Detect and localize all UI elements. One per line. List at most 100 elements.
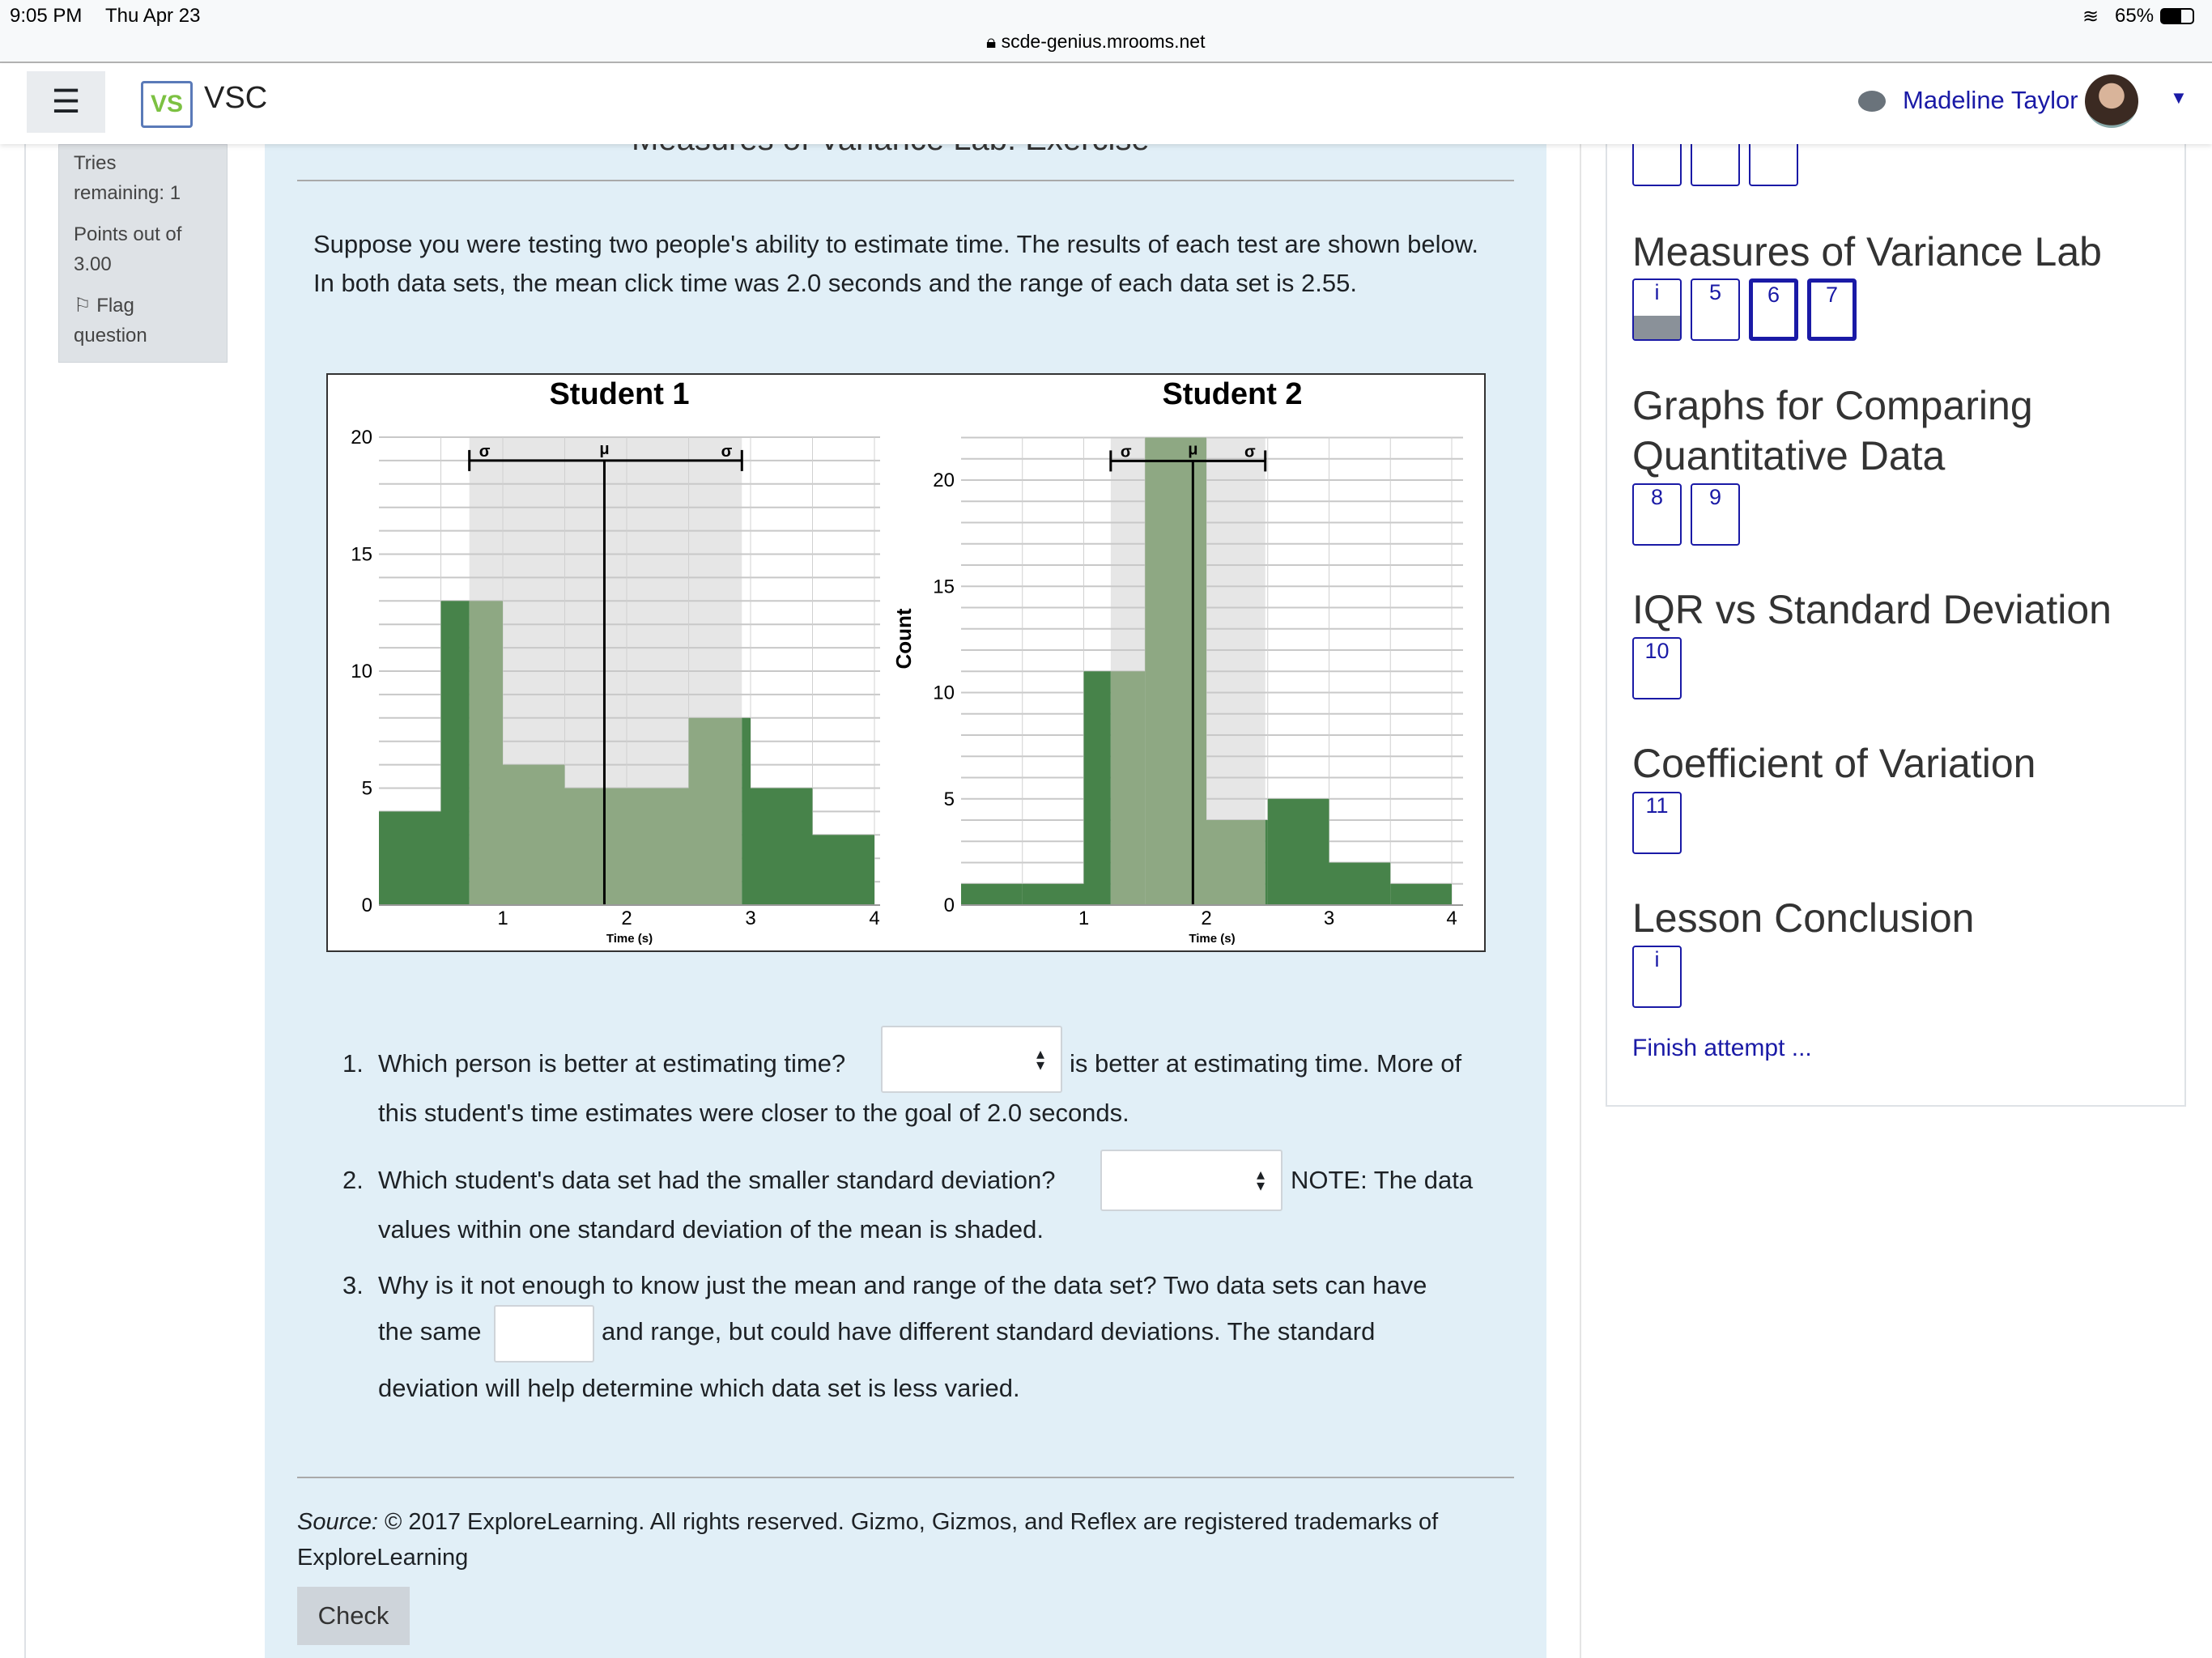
select-arrows-icon: ▴ ▾: [1256, 1166, 1265, 1195]
q3-text-after: and range, but could have different stan…: [602, 1317, 1376, 1346]
y-tick-label: 15: [351, 544, 372, 566]
nav-question-11[interactable]: 11: [1632, 792, 1682, 854]
y-tick-label: 0: [944, 895, 955, 916]
nav-question-7[interactable]: 7: [1807, 278, 1857, 341]
date: Thu Apr 23: [105, 5, 201, 27]
histogram-bar: [1265, 820, 1268, 905]
select-arrows-icon: ▴ ▾: [1036, 1044, 1044, 1074]
q1-text: Which person is better at estimating tim…: [378, 1049, 846, 1078]
flag-question[interactable]: ⚐ Flag question: [74, 291, 212, 351]
x-tick-label: 1: [1078, 908, 1089, 929]
divider: [297, 180, 1514, 181]
site-logo[interactable]: VS: [141, 81, 193, 128]
histogram-bar: [812, 835, 874, 905]
q3-number: 3.: [342, 1271, 364, 1299]
q3-text: Why is it not enough to know just the me…: [378, 1271, 1427, 1299]
page-border: [24, 144, 26, 1658]
intro-text: Suppose you were testing two people's ab…: [313, 230, 1479, 297]
menu-button[interactable]: ☰: [27, 71, 105, 133]
x-axis-label: Time (s): [1189, 932, 1235, 946]
x-tick-label: 3: [745, 908, 755, 929]
mu-label: μ: [1188, 440, 1197, 458]
y-tick-label: 20: [351, 427, 372, 449]
site-name[interactable]: VSC: [204, 81, 267, 116]
histogram-bar: [961, 883, 1023, 905]
nav-question-10[interactable]: 10: [1632, 637, 1682, 699]
chart-title: Student 2: [1162, 377, 1302, 411]
q1-select[interactable]: ▴ ▾: [881, 1026, 1062, 1093]
nav-question-8[interactable]: 8: [1632, 483, 1682, 546]
menu-icon: ☰: [51, 84, 81, 120]
nav-section-title: Lesson Conclusion: [1632, 895, 1975, 941]
battery-icon: [2160, 8, 2194, 24]
finish-attempt-link[interactable]: Finish attempt ...: [1632, 1035, 1812, 1062]
y-tick-label: 5: [362, 778, 372, 800]
sigma-label: σ: [479, 443, 491, 461]
chart-title: Student 1: [549, 377, 689, 411]
caret-down-icon[interactable]: ▼: [2170, 87, 2188, 108]
histogram-bar: [742, 717, 751, 905]
q3-text-line2: the same: [378, 1317, 482, 1346]
q2-select[interactable]: ▴ ▾: [1100, 1150, 1283, 1211]
nav-section-title: IQR vs Standard Deviation: [1632, 587, 2112, 632]
histogram-bar: [440, 601, 470, 905]
histogram-bar: [469, 601, 503, 905]
y-axis-label: Count: [891, 608, 916, 669]
histogram-bar: [1110, 671, 1146, 905]
x-tick-label: 3: [1324, 908, 1334, 929]
histogram-bar: [1206, 820, 1266, 905]
x-tick-label: 4: [869, 908, 879, 929]
source-text: Source: © 2017 ExploreLearning. All righ…: [297, 1509, 1439, 1571]
wifi-icon: ≋: [2082, 6, 2099, 28]
histogram-image: σ μ σStudent 11 2 3 405101520Time (s)σ μ σStude…: [326, 373, 1486, 952]
x-tick-label: 4: [1446, 908, 1457, 929]
y-tick-label: 5: [944, 789, 955, 810]
nav-question-info[interactable]: i: [1632, 278, 1682, 341]
x-tick-label: 1: [497, 908, 508, 929]
histogram-bar: [627, 788, 689, 905]
histogram-bar: [564, 788, 627, 905]
nav-question-conclusion[interactable]: i: [1632, 946, 1682, 1008]
sigma-label: σ: [1121, 443, 1132, 461]
x-tick-label: 2: [1201, 908, 1211, 929]
histogram-bar: [688, 717, 742, 905]
mu-label: μ: [599, 440, 609, 458]
y-tick-label: 0: [362, 895, 372, 916]
flag-icon: ⚐: [74, 295, 91, 317]
histogram-bar: [379, 811, 441, 905]
nav-question-9[interactable]: 9: [1691, 483, 1740, 546]
histogram-bar: [751, 788, 813, 905]
column-divider: [1580, 144, 1581, 1658]
points: Points out of 3.00: [74, 223, 182, 275]
tries-remaining: Tries remaining: 1: [74, 152, 181, 204]
avatar[interactable]: [2085, 74, 2138, 128]
q1-text-after: is better at estimating time. More of: [1070, 1049, 1462, 1078]
x-axis-label: Time (s): [606, 932, 653, 946]
url-bar[interactable]: 🔒︎ scde-genius.mrooms.net: [986, 31, 1205, 53]
q2-text-line2: values within one standard deviation of …: [378, 1215, 1044, 1244]
q2-text: Which student's data set had the smaller…: [378, 1166, 1056, 1194]
x-tick-label: 2: [621, 908, 632, 929]
histogram-bar: [1083, 671, 1111, 905]
y-tick-label: 10: [351, 661, 372, 682]
url: scde-genius.mrooms.net: [1001, 31, 1206, 52]
histogram-bar: [1022, 883, 1084, 905]
status-bar: 9:05 PM Thu Apr 23 🔒︎ scde-genius.mrooms…: [0, 0, 2212, 63]
histogram-bar: [1267, 798, 1329, 905]
histogram-bar: [503, 764, 565, 905]
q1-number: 1.: [342, 1049, 364, 1078]
q1-text-line2: this student's time estimates were close…: [378, 1099, 1129, 1127]
y-tick-label: 15: [933, 576, 955, 597]
nav-section-title: Measures of Variance Lab: [1632, 229, 2102, 274]
histogram-bar: [1145, 437, 1206, 905]
q3-answer-input[interactable]: [494, 1305, 594, 1363]
q2-number: 2.: [342, 1166, 364, 1194]
histogram-bar: [1329, 862, 1391, 905]
user-name[interactable]: Madeline Taylor: [1903, 86, 2078, 115]
chat-icon[interactable]: [1858, 91, 1886, 112]
nav-question-5[interactable]: 5: [1691, 278, 1740, 341]
nav-question-6[interactable]: 6: [1749, 278, 1798, 341]
nav-section-title: Coefficient of Variation: [1632, 741, 2036, 786]
check-button[interactable]: Check: [297, 1587, 410, 1645]
sigma-label: σ: [721, 443, 733, 461]
